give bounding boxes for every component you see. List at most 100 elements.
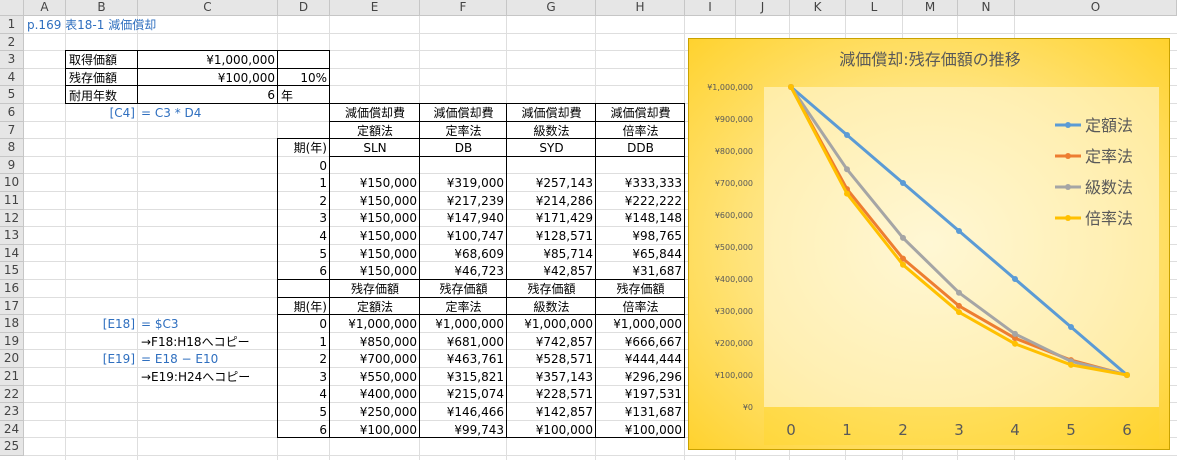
column-header-J[interactable]: J [736, 0, 790, 16]
res-period[interactable]: 2 [278, 350, 330, 368]
acquisition-cost-value[interactable]: ¥1,000,000 [138, 51, 278, 69]
column-header-C[interactable]: C [138, 0, 278, 16]
note-e18-formula[interactable]: = $C3 [138, 315, 278, 333]
dep-period[interactable]: 2 [278, 192, 330, 210]
row-header-12[interactable]: 12 [0, 209, 24, 228]
dep-value-cell[interactable]: ¥100,747 [420, 227, 507, 245]
dep-value-cell[interactable] [420, 157, 507, 175]
dep-header-1[interactable]: 減価償却費 [330, 104, 420, 122]
res-value-cell[interactable]: ¥666,667 [596, 333, 685, 351]
row-header-11[interactable]: 11 [0, 192, 24, 210]
row-header-14[interactable]: 14 [0, 244, 24, 263]
residual-rate-value[interactable]: 10% [278, 69, 330, 87]
dep-header-1[interactable]: 減価償却費 [507, 104, 596, 122]
dep-value-cell[interactable]: ¥214,286 [507, 192, 596, 210]
row-header-5[interactable]: 5 [0, 86, 24, 104]
dep-value-cell[interactable]: ¥333,333 [596, 174, 685, 192]
row-header-4[interactable]: 4 [0, 68, 24, 87]
res-header-1[interactable]: 残存価額 [420, 280, 507, 298]
note-e19-copy[interactable]: →E19:H24へコピー [138, 368, 278, 386]
res-period[interactable]: 3 [278, 368, 330, 386]
res-value-cell[interactable]: ¥100,000 [330, 421, 420, 439]
dep-value-cell[interactable]: ¥68,609 [420, 245, 507, 263]
dep-value-cell[interactable] [596, 157, 685, 175]
dep-header-3[interactable]: SYD [507, 139, 596, 157]
res-value-cell[interactable]: ¥400,000 [330, 386, 420, 404]
res-header-1[interactable]: 残存価額 [596, 280, 685, 298]
useful-life-unit[interactable]: 年 [278, 86, 330, 104]
res-value-cell[interactable]: ¥146,466 [420, 403, 507, 421]
row-header-25[interactable]: 25 [0, 438, 24, 456]
dep-header-3[interactable]: DB [420, 139, 507, 157]
column-header-M[interactable]: M [903, 0, 958, 16]
dep-value-cell[interactable]: ¥150,000 [330, 227, 420, 245]
dep-value-cell[interactable]: ¥150,000 [330, 245, 420, 263]
row-header-2[interactable]: 2 [0, 33, 24, 52]
dep-header-2[interactable]: 定額法 [330, 122, 420, 140]
res-value-cell[interactable]: ¥700,000 [330, 350, 420, 368]
dep-header-2[interactable]: 級数法 [507, 122, 596, 140]
dep-value-cell[interactable]: ¥150,000 [330, 192, 420, 210]
dep-value-cell[interactable]: ¥128,571 [507, 227, 596, 245]
dep-header-2[interactable]: 倍率法 [596, 122, 685, 140]
column-header-F[interactable]: F [420, 0, 507, 16]
dep-period[interactable]: 0 [278, 157, 330, 175]
note-c4-ref[interactable]: [C4] [66, 104, 138, 122]
column-header-L[interactable]: L [846, 0, 903, 16]
row-header-3[interactable]: 3 [0, 51, 24, 69]
dep-period[interactable]: 3 [278, 210, 330, 228]
res-period[interactable]: 4 [278, 386, 330, 404]
row-header-6[interactable]: 6 [0, 104, 24, 122]
column-header-I[interactable]: I [685, 0, 736, 16]
res-period[interactable]: 5 [278, 403, 330, 421]
dep-header-2[interactable]: 定率法 [420, 122, 507, 140]
row-header-23[interactable]: 23 [0, 403, 24, 421]
dep-value-cell[interactable]: ¥222,222 [596, 192, 685, 210]
res-value-cell[interactable]: ¥357,143 [507, 368, 596, 386]
row-header-10[interactable]: 10 [0, 174, 24, 192]
dep-value-cell[interactable]: ¥98,765 [596, 227, 685, 245]
res-value-cell[interactable]: ¥99,743 [420, 421, 507, 439]
dep-value-cell[interactable]: ¥65,844 [596, 245, 685, 263]
useful-life-value[interactable]: 6 [138, 86, 278, 104]
res-value-cell[interactable]: ¥131,687 [596, 403, 685, 421]
row-header-20[interactable]: 20 [0, 350, 24, 368]
dep-value-cell[interactable]: ¥257,143 [507, 174, 596, 192]
res-value-cell[interactable]: ¥142,857 [507, 403, 596, 421]
res-value-cell[interactable]: ¥850,000 [330, 333, 420, 351]
res-value-cell[interactable]: ¥100,000 [507, 421, 596, 439]
res-value-cell[interactable]: ¥197,531 [596, 386, 685, 404]
res-value-cell[interactable]: ¥100,000 [596, 421, 685, 439]
dep-period[interactable]: 6 [278, 262, 330, 280]
row-header-13[interactable]: 13 [0, 227, 24, 245]
column-header-E[interactable]: E [330, 0, 420, 16]
dep-value-cell[interactable]: ¥46,723 [420, 262, 507, 280]
column-header-O[interactable]: O [1015, 0, 1177, 16]
acquisition-cost-label[interactable]: 取得価額 [66, 51, 138, 69]
dep-value-cell[interactable]: ¥147,940 [420, 210, 507, 228]
res-period[interactable]: 1 [278, 333, 330, 351]
res-period-label[interactable]: 期(年) [278, 298, 330, 316]
note-e19-formula[interactable]: = E18 − E10 [138, 350, 278, 368]
dep-value-cell[interactable] [330, 157, 420, 175]
row-header-1[interactable]: 1 [0, 16, 24, 34]
res-value-cell[interactable]: ¥528,571 [507, 350, 596, 368]
res-value-cell[interactable]: ¥296,296 [596, 368, 685, 386]
column-header-B[interactable]: B [66, 0, 138, 16]
note-e18-copy[interactable]: →F18:H18へコピー [138, 333, 278, 351]
dep-value-cell[interactable]: ¥171,429 [507, 210, 596, 228]
res-value-cell[interactable]: ¥315,821 [420, 368, 507, 386]
dep-period[interactable]: 1 [278, 174, 330, 192]
dep-period-label[interactable]: 期(年) [278, 139, 330, 157]
row-header-8[interactable]: 8 [0, 139, 24, 157]
res-value-cell[interactable]: ¥550,000 [330, 368, 420, 386]
dep-value-cell[interactable]: ¥150,000 [330, 174, 420, 192]
row-header-9[interactable]: 9 [0, 156, 24, 175]
res-value-cell[interactable]: ¥1,000,000 [507, 315, 596, 333]
dep-header-1[interactable]: 減価償却費 [596, 104, 685, 122]
dep-value-cell[interactable]: ¥217,239 [420, 192, 507, 210]
row-header-22[interactable]: 22 [0, 385, 24, 404]
res-header-2[interactable]: 倍率法 [596, 298, 685, 316]
column-header-D[interactable]: D [278, 0, 330, 16]
dep-value-cell[interactable] [507, 157, 596, 175]
